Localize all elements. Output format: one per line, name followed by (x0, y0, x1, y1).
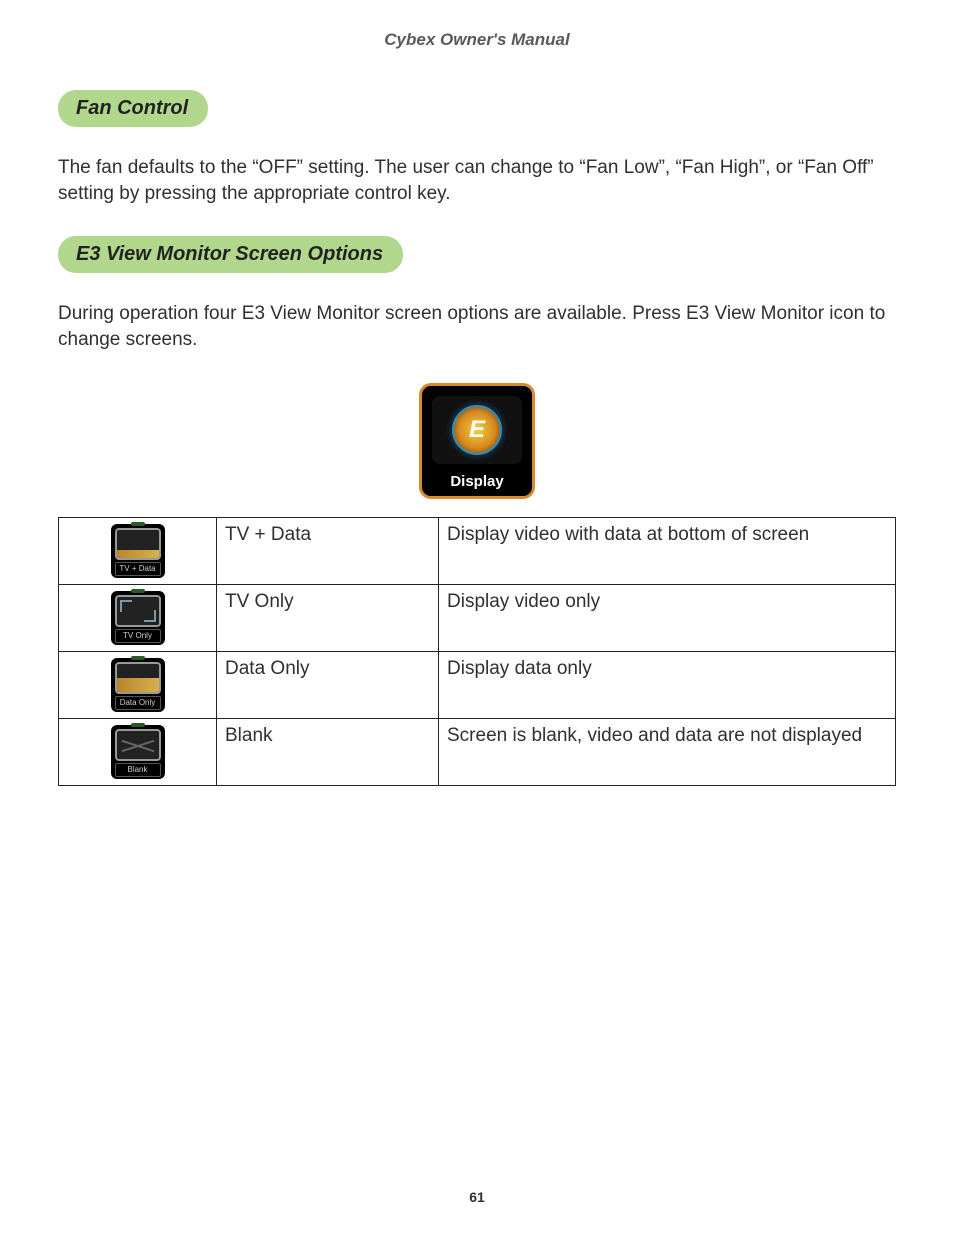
mode-desc: Display data only (439, 651, 896, 718)
data-only-icon: Data Only (111, 658, 165, 712)
icon-caption: TV + Data (115, 562, 161, 576)
display-icon: E Display (419, 383, 535, 499)
blank-icon: Blank (111, 725, 165, 779)
section-body-fan: The fan defaults to the “OFF” setting. T… (58, 155, 896, 206)
table-row: Data Only Data Only Display data only (59, 651, 896, 718)
icon-caption: TV Only (115, 629, 161, 643)
section-heading-fan: Fan Control (58, 90, 208, 127)
mode-name: TV Only (217, 584, 439, 651)
section-body-e3: During operation four E3 View Monitor sc… (58, 301, 896, 352)
mode-desc: Screen is blank, video and data are not … (439, 718, 896, 785)
tv-plus-data-icon: TV + Data (111, 524, 165, 578)
table-row: TV Only TV Only Display video only (59, 584, 896, 651)
display-icon-label: Display (422, 473, 532, 490)
section-heading-e3: E3 View Monitor Screen Options (58, 236, 403, 273)
mode-name: Blank (217, 718, 439, 785)
table-row: TV + Data TV + Data Display video with d… (59, 517, 896, 584)
icon-caption: Blank (115, 763, 161, 777)
page-number: 61 (0, 1189, 954, 1205)
mode-name: TV + Data (217, 517, 439, 584)
mode-name: Data Only (217, 651, 439, 718)
document-title: Cybex Owner's Manual (58, 30, 896, 50)
table-row: Blank Blank Screen is blank, video and d… (59, 718, 896, 785)
screen-options-table: TV + Data TV + Data Display video with d… (58, 517, 896, 786)
mode-desc: Display video with data at bottom of scr… (439, 517, 896, 584)
icon-caption: Data Only (115, 696, 161, 710)
mode-desc: Display video only (439, 584, 896, 651)
e3-logo-icon: E (452, 405, 502, 455)
tv-only-icon: TV Only (111, 591, 165, 645)
